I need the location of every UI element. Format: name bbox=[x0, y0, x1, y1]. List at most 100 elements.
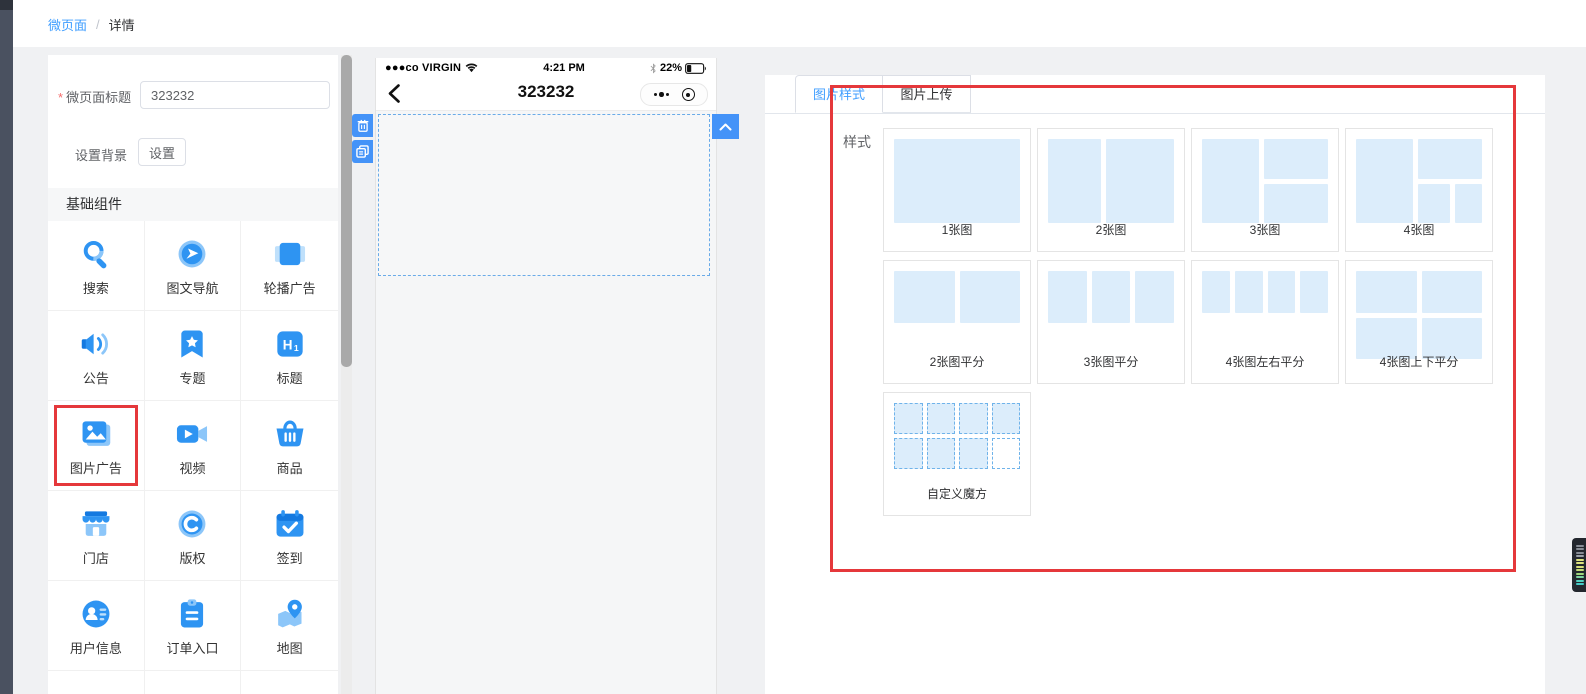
clock-label: 4:21 PM bbox=[543, 62, 585, 74]
close-target-icon[interactable] bbox=[681, 88, 695, 101]
style-thumbnail-four-grid bbox=[1356, 271, 1482, 359]
component-item-partial[interactable] bbox=[241, 671, 338, 694]
component-item-15[interactable]: 地图 bbox=[241, 581, 338, 671]
copyright-icon bbox=[173, 505, 211, 543]
component-item-label: 商品 bbox=[276, 460, 303, 476]
component-item-label: 标题 bbox=[276, 370, 303, 386]
component-item-label: 用户信息 bbox=[69, 640, 122, 656]
topic-icon bbox=[173, 325, 211, 363]
style-thumbnail-four-row bbox=[1202, 271, 1328, 313]
component-item-2[interactable]: 图文导航 bbox=[144, 221, 242, 311]
svg-text:1: 1 bbox=[294, 343, 299, 353]
component-item-7[interactable]: 图片广告 bbox=[48, 401, 145, 491]
left-settings-panel: *微页面标题 设置背景 设置 基础组件 搜索 图文导航 轮播广告公告 专题 H1 标题图片… bbox=[48, 55, 338, 694]
component-item-label: 轮播广告 bbox=[263, 280, 316, 296]
checkin-icon bbox=[271, 505, 309, 543]
style-option-label: 2张图平分 bbox=[929, 355, 985, 369]
heading-icon: H1 bbox=[271, 325, 309, 363]
delete-component-button[interactable] bbox=[352, 114, 373, 137]
style-option-label: 3张图平分 bbox=[1083, 355, 1139, 369]
trash-icon bbox=[357, 119, 368, 132]
component-item-label: 版权 bbox=[179, 550, 206, 566]
style-option-label: 自定义魔方 bbox=[926, 487, 987, 501]
component-item-11[interactable]: 版权 bbox=[144, 491, 242, 581]
more-dots-icon[interactable] bbox=[653, 92, 669, 97]
user-info-icon bbox=[77, 595, 115, 633]
copy-icon bbox=[356, 145, 369, 158]
component-item-label: 图文导航 bbox=[166, 280, 219, 296]
component-item-3[interactable]: 轮播广告 bbox=[241, 221, 338, 311]
style-option-label: 3张图 bbox=[1249, 223, 1281, 237]
style-option-four[interactable]: 4张图 bbox=[1345, 128, 1493, 252]
copy-component-button[interactable] bbox=[352, 140, 373, 163]
scrollbar-thumb[interactable] bbox=[341, 55, 352, 367]
style-thumbnail-three-equal bbox=[1048, 271, 1174, 323]
image-text-nav-icon bbox=[173, 235, 211, 273]
style-option-cube[interactable]: 自定义魔方 bbox=[883, 392, 1031, 516]
required-asterisk: * bbox=[58, 90, 64, 105]
component-item-8[interactable]: 视频 bbox=[144, 401, 242, 491]
component-item-9[interactable]: 商品 bbox=[241, 401, 338, 491]
announcement-icon bbox=[77, 325, 115, 363]
store-icon bbox=[77, 505, 115, 543]
style-option-two[interactable]: 2张图 bbox=[1037, 128, 1185, 252]
chevron-up-icon bbox=[719, 123, 732, 130]
component-item-4[interactable]: 公告 bbox=[48, 311, 145, 401]
component-item-10[interactable]: 门店 bbox=[48, 491, 145, 581]
bluetooth-icon bbox=[650, 62, 657, 74]
svg-text:H: H bbox=[282, 337, 292, 352]
edge-widget[interactable] bbox=[1572, 538, 1586, 592]
component-item-label: 签到 bbox=[276, 550, 303, 566]
phone-status-bar: ●●●co VIRGIN 4:21 PM 22% bbox=[376, 58, 716, 78]
style-option-three[interactable]: 3张图 bbox=[1191, 128, 1339, 252]
tab-image-upload[interactable]: 图片上传 bbox=[883, 75, 971, 113]
component-item-label: 门店 bbox=[82, 550, 109, 566]
component-item-partial[interactable] bbox=[144, 671, 242, 694]
battery-percent-label: 22% bbox=[659, 62, 682, 74]
components-grid: 搜索 图文导航 轮播广告公告 专题 H 1 标题图片广告 视频 商品门店 版权 签到用户信息 订单入口… bbox=[48, 221, 338, 694]
image-ad-settings-panel: 图片样式 图片上传 样式 1张图 2张图 3张图 4张图 2张图平分 3张图平分 4张图左右平… bbox=[765, 75, 1545, 694]
component-item-label: 搜索 bbox=[82, 280, 109, 296]
breadcrumb-separator: / bbox=[96, 17, 100, 32]
battery-icon bbox=[685, 62, 707, 74]
style-thumbnail-three bbox=[1202, 139, 1328, 223]
style-field-label: 样式 bbox=[843, 134, 871, 150]
component-item-1[interactable]: 搜索 bbox=[48, 221, 145, 311]
style-options-grid: 1张图 2张图 3张图 4张图 2张图平分 3张图平分 4张图左右平分 4张图上下平分自定义魔… bbox=[883, 128, 1495, 516]
video-icon bbox=[173, 415, 211, 453]
component-item-13[interactable]: 用户信息 bbox=[48, 581, 145, 671]
carrier-label: ●●●co VIRGIN bbox=[385, 62, 462, 74]
selected-component-block[interactable] bbox=[378, 114, 710, 276]
left-panel-scrollbar[interactable] bbox=[341, 55, 352, 694]
breadcrumb-current-detail: 详情 bbox=[108, 18, 135, 33]
collapse-panel-button[interactable] bbox=[712, 114, 739, 139]
miniprogram-capsule bbox=[640, 83, 708, 106]
component-item-12[interactable]: 签到 bbox=[241, 491, 338, 581]
page-title-label: * 微页面标题 bbox=[58, 90, 132, 105]
breadcrumb-link-micropage[interactable]: 微页面 bbox=[48, 15, 87, 34]
style-option-four-grid[interactable]: 4张图上下平分 bbox=[1345, 260, 1493, 384]
component-item-label: 专题 bbox=[179, 370, 206, 386]
wifi-icon bbox=[465, 63, 478, 73]
goods-icon bbox=[271, 415, 309, 453]
style-thumbnail-two-equal bbox=[894, 271, 1020, 323]
component-item-label: 图片广告 bbox=[69, 460, 122, 476]
style-option-three-equal[interactable]: 3张图平分 bbox=[1037, 260, 1185, 384]
style-thumbnail-one bbox=[894, 139, 1020, 223]
page-title-input[interactable] bbox=[140, 81, 330, 109]
component-item-14[interactable]: 订单入口 bbox=[144, 581, 242, 671]
style-option-two-equal[interactable]: 2张图平分 bbox=[883, 260, 1031, 384]
background-set-button[interactable]: 设置 bbox=[138, 138, 186, 166]
style-option-one[interactable]: 1张图 bbox=[883, 128, 1031, 252]
component-item-label: 地图 bbox=[276, 640, 303, 656]
style-option-label: 4张图 bbox=[1403, 223, 1435, 237]
style-option-four-row[interactable]: 4张图左右平分 bbox=[1191, 260, 1339, 384]
tab-image-style[interactable]: 图片样式 bbox=[795, 75, 883, 113]
component-item-6[interactable]: H 1 标题 bbox=[241, 311, 338, 401]
settings-tabs: 图片样式 图片上传 bbox=[765, 75, 1545, 114]
style-option-label: 4张图上下平分 bbox=[1379, 355, 1459, 369]
component-item-5[interactable]: 专题 bbox=[144, 311, 242, 401]
style-option-label: 1张图 bbox=[941, 223, 973, 237]
component-item-partial[interactable] bbox=[48, 671, 145, 694]
top-header: 微页面 / 详情 bbox=[13, 0, 1586, 47]
